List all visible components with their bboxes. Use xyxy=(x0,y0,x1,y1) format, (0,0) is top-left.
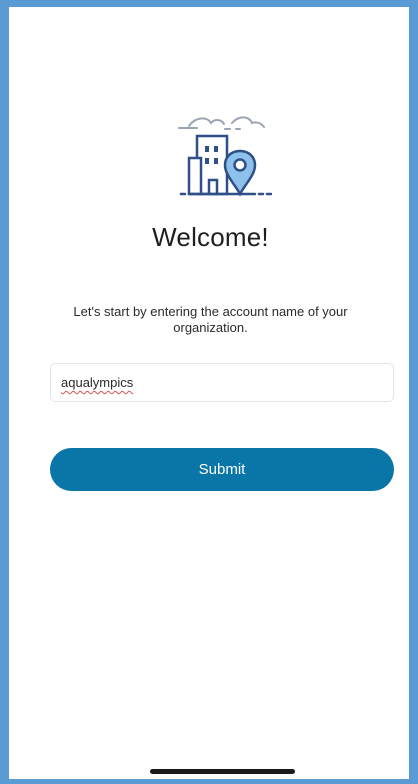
account-name-input[interactable]: aqualympics xyxy=(50,363,394,402)
home-indicator[interactable] xyxy=(150,769,295,774)
welcome-screen: Welcome! Let's start by entering the acc… xyxy=(9,7,409,779)
submit-button[interactable]: Submit xyxy=(50,448,394,491)
building-location-pin-icon xyxy=(167,102,273,202)
account-name-value: aqualympics xyxy=(61,375,134,390)
welcome-title: Welcome! xyxy=(152,222,269,252)
phone-frame: Welcome! Let's start by entering the acc… xyxy=(0,0,418,784)
welcome-instructions: Let's start by entering the account name… xyxy=(73,304,348,335)
